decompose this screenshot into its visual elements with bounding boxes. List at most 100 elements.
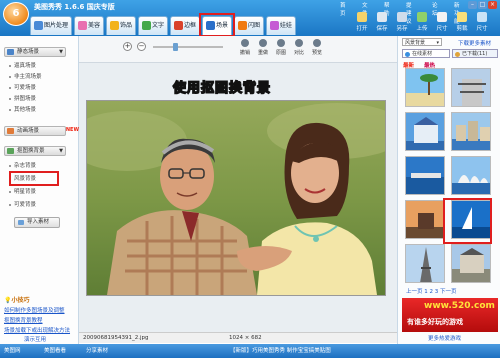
sidebar-footer-link[interactable]: 演示互用 (24, 335, 46, 343)
title-bar: 6 美图秀秀 1.6.6 国庆专版 首页 文件 帮助 提建议 论坛 新功能 – … (0, 0, 500, 37)
menu-home[interactable]: 首页 (340, 1, 346, 17)
size-icon (477, 12, 487, 22)
bottom-link-kankan[interactable]: 美图看看 (44, 344, 66, 358)
tip-link[interactable]: 抠图换背景教程 (4, 316, 43, 324)
bottom-bar: 美图网 美图看看 分享素材 【新版】巧用美图秀秀 制作宝宝搞美贴图 (0, 344, 500, 358)
tab-beauty[interactable]: 美容 (74, 16, 104, 35)
sidebar-item[interactable]: 拼图场景 (8, 95, 36, 103)
accessory-icon (110, 21, 119, 30)
tab-downloaded[interactable]: 已下载(11) (452, 49, 498, 58)
thumbnail-beach-palm[interactable] (405, 68, 445, 107)
tab-text[interactable]: 文字 (138, 16, 168, 35)
save-as-icon (397, 12, 407, 22)
online-icon (405, 52, 410, 57)
left-sidebar: 静态场景 ▼ 逼真场景 非主流场景 可爱场景 拼图场景 其他场景 动画场景 NEW … (0, 36, 79, 344)
image-edit-icon (34, 21, 43, 30)
tip-link[interactable]: 如何制作多图场景及调整 (4, 306, 65, 314)
tips-title: 💡小技巧 (4, 297, 30, 304)
thumbnail-louvre-arch[interactable] (451, 244, 491, 283)
sidebar-item[interactable]: 可爱场景 (8, 84, 36, 92)
import-material-button[interactable]: 导入素材 (14, 217, 60, 228)
compare-button[interactable]: 对比 (291, 37, 307, 59)
save-as-button[interactable]: 另存 (392, 11, 412, 35)
new-badge: NEW (65, 127, 79, 133)
category-cutout-background[interactable]: 抠图换背景 ▼ (4, 146, 66, 156)
edited-photo[interactable] (86, 100, 386, 296)
resize-icon (437, 12, 447, 22)
tab-image-edit[interactable]: 图片处理 (30, 16, 72, 35)
frame-icon (174, 21, 183, 30)
canvas-toolbar: + − 撤销 重做 原图 对比 预览 (79, 36, 397, 63)
thumbnail-pagoda[interactable] (451, 68, 491, 107)
chevron-down-icon: ▼ (59, 49, 63, 55)
resize-button[interactable]: 尺寸 (432, 11, 452, 35)
category-animated-scene[interactable]: 动画场景 NEW (4, 126, 79, 136)
undo-button[interactable]: 撤销 (237, 37, 253, 59)
sidebar-item[interactable]: 可爱背景 (8, 201, 36, 209)
file-name: 20090681954391_2.jpg (83, 335, 149, 341)
zoom-slider[interactable] (153, 43, 223, 51)
doll-icon (270, 21, 279, 30)
canvas-headline: 使用抠图换背景 (172, 80, 272, 96)
chevron-down-icon: ▾ (436, 40, 439, 46)
sidebar-item[interactable]: 其他场景 (8, 106, 36, 114)
thumbnail-eiffel-tower[interactable] (405, 244, 445, 283)
thumbnail-dock-sea[interactable] (405, 156, 445, 195)
sidebar-item[interactable]: 逼真场景 (8, 62, 36, 70)
tab-accessory[interactable]: 饰品 (106, 16, 136, 35)
sidebar-item[interactable]: 明星背景 (8, 188, 36, 196)
tab-doll[interactable]: 娃娃 (266, 16, 296, 35)
sidebar-item[interactable]: 非主流场景 (9, 73, 42, 81)
ad-banner[interactable]: www.520.com 有谁多好玩的游戏 (402, 298, 498, 332)
thumbnail-sydney-opera[interactable] (451, 156, 491, 195)
category-static-scene[interactable]: 静态场景 ▼ (4, 47, 66, 57)
zoom-in-icon[interactable]: + (123, 42, 132, 51)
tab-flash[interactable]: 闪图 (234, 16, 264, 35)
size-button[interactable]: 尺寸 (472, 11, 492, 35)
compare-icon (295, 39, 303, 47)
close-button[interactable]: × (488, 1, 497, 9)
app-logo: 6 (3, 2, 29, 26)
original-button[interactable]: 原图 (273, 37, 289, 59)
thumbnail-waterfront-buildings[interactable] (451, 112, 491, 151)
upload-button[interactable]: 上传 (412, 11, 432, 35)
minimize-button[interactable]: – (468, 1, 477, 9)
open-button[interactable]: 打开 (352, 11, 372, 35)
redo-button[interactable]: 重做 (255, 37, 271, 59)
crop-icon (457, 12, 467, 22)
crop-button[interactable]: 剪裁 (452, 11, 472, 35)
animated-scene-icon (7, 128, 14, 134)
pagination[interactable]: 上一页 1 2 3 下一页 (406, 287, 457, 295)
text-icon (142, 21, 151, 30)
bottom-news[interactable]: 【新版】巧用美图秀秀 制作宝宝搞美贴图 (230, 344, 331, 358)
preview-button[interactable]: 预览 (309, 37, 325, 59)
right-footer-link[interactable]: 更多热爱游戏 (428, 334, 461, 342)
cutout-icon (7, 148, 14, 154)
category-dropdown[interactable]: 风景背景 ▾ (402, 38, 442, 46)
thumbnail-blue-castle[interactable] (405, 112, 445, 151)
chevron-down-icon: ▼ (59, 148, 63, 154)
undo-icon (241, 39, 249, 47)
tip-link[interactable]: 场景加载下或出现解决方法 (4, 326, 70, 334)
highlight-landscape-item (9, 171, 59, 186)
import-icon (18, 220, 24, 225)
tab-online-material[interactable]: 在线素材 (402, 49, 450, 58)
image-dimensions: 1024 × 682 (229, 335, 262, 341)
sidebar-item[interactable]: 杂志背景 (8, 162, 36, 170)
photo-image (87, 101, 385, 295)
save-icon (377, 12, 387, 22)
ad-line-2: 有谁多好玩的游戏 (407, 318, 463, 326)
open-icon (357, 12, 367, 22)
app-window: 6 美图秀秀 1.6.6 国庆专版 首页 文件 帮助 提建议 论坛 新功能 – … (0, 0, 500, 358)
maximize-button[interactable]: □ (478, 1, 487, 9)
bottom-link-share[interactable]: 分享素材 (86, 344, 108, 358)
save-button[interactable]: 保存 (372, 11, 392, 35)
tab-frame[interactable]: 边框 (170, 16, 200, 35)
status-bar: 20090681954391_2.jpg 1024 × 682 (79, 332, 397, 343)
zoom-slider-thumb[interactable] (173, 43, 178, 51)
thumbnail-castle-sunset[interactable] (405, 200, 445, 239)
zoom-out-icon[interactable]: − (137, 42, 146, 51)
download-more-link[interactable]: 下载更多素材 (458, 39, 491, 47)
preview-icon (313, 39, 321, 47)
bottom-link-meitu[interactable]: 美图网 (4, 344, 21, 358)
